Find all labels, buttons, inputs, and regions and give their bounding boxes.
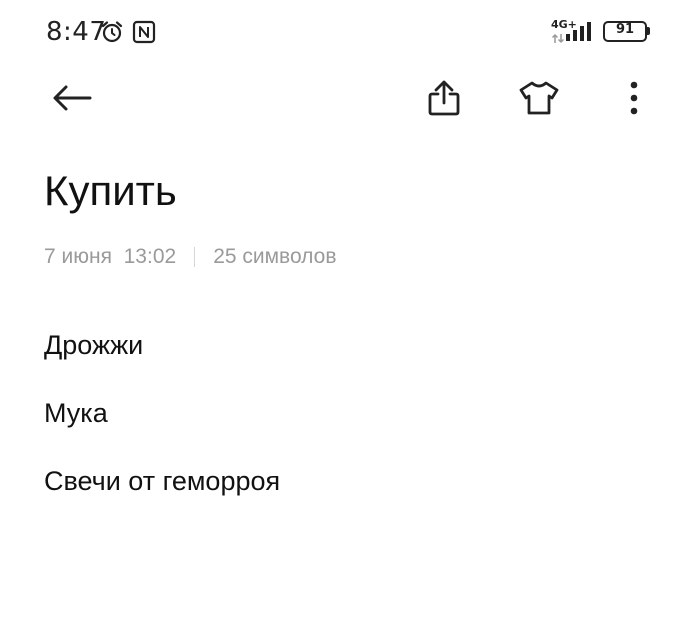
shirt-icon xyxy=(518,80,560,121)
note-toolbar xyxy=(0,70,700,134)
back-arrow-icon xyxy=(50,83,94,118)
battery-level-text: 91 xyxy=(615,22,635,37)
note-meta: 7 июня 13:02 25 символов xyxy=(44,244,337,270)
note-line[interactable]: Мука xyxy=(44,394,664,462)
meta-divider xyxy=(194,247,196,267)
note-char-count: 25 символов xyxy=(213,245,337,268)
status-time: 8:47 xyxy=(46,17,107,47)
battery-icon: 91 xyxy=(603,21,651,42)
note-date: 7 июня 13:02 xyxy=(44,245,177,268)
note-line[interactable]: Свечи от геморроя xyxy=(44,462,664,530)
note-body[interactable]: Дрожжи Мука Свечи от геморроя xyxy=(44,326,664,530)
note-title[interactable]: Купить xyxy=(44,166,177,216)
theme-button[interactable] xyxy=(515,76,563,124)
battery-tip xyxy=(647,27,650,35)
more-options-button[interactable] xyxy=(610,76,658,124)
more-vertical-icon xyxy=(629,81,639,120)
back-button[interactable] xyxy=(48,76,96,124)
data-arrows-icon xyxy=(551,31,565,44)
nfc-icon xyxy=(132,20,156,44)
share-icon xyxy=(426,79,462,122)
share-button[interactable] xyxy=(420,76,468,124)
signal-icon xyxy=(565,20,597,42)
alarm-icon xyxy=(100,20,124,44)
status-bar: 8:47 4G+ 91 xyxy=(0,0,700,64)
note-line[interactable]: Дрожжи xyxy=(44,326,664,394)
